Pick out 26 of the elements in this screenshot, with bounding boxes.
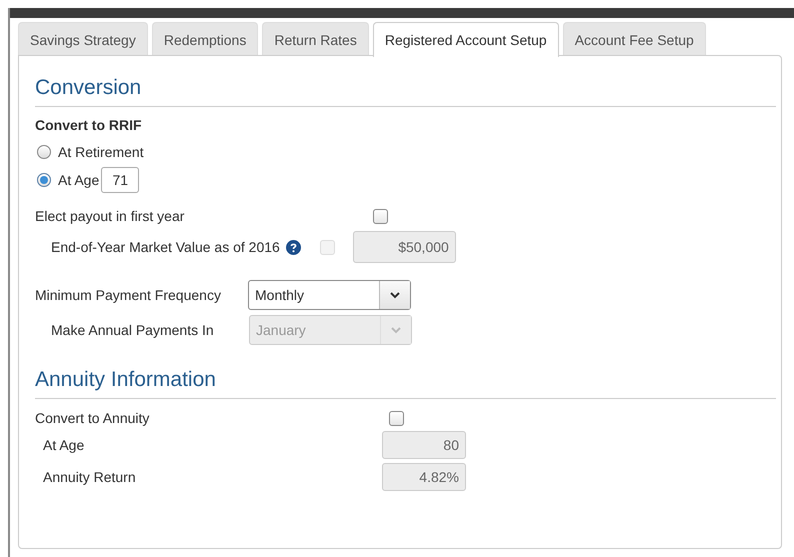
help-icon[interactable] — [286, 240, 301, 254]
field-label: Annuity Return — [43, 469, 137, 485]
dropdown[interactable]: Monthly — [248, 280, 411, 310]
tab[interactable]: Account Fee Setup — [562, 22, 706, 56]
radio-label: At Age — [58, 172, 100, 188]
section-heading: Conversion — [35, 76, 776, 107]
radio-button[interactable] — [37, 173, 51, 187]
field-label: Convert to Annuity — [35, 410, 150, 426]
radio-label: At Retirement — [58, 144, 144, 160]
tab[interactable]: Redemptions — [152, 22, 258, 56]
radio-button[interactable] — [37, 145, 51, 159]
tab[interactable]: Savings Strategy — [18, 22, 148, 56]
group-label: Convert to RRIF — [35, 117, 142, 133]
checkbox[interactable] — [389, 410, 404, 426]
age-field[interactable]: 71 — [101, 167, 140, 193]
chevron-down-icon — [390, 291, 400, 299]
tab[interactable]: Return Rates — [262, 22, 369, 56]
field-label: Elect payout in first year — [35, 208, 186, 224]
field-label: End-of-Year Market Value as of 2016 — [51, 239, 280, 255]
chevron-down-icon — [391, 326, 401, 334]
section-heading: Annuity Information — [35, 368, 776, 399]
field-label: At Age — [43, 437, 86, 453]
field-label: Make Annual Payments In — [51, 322, 215, 338]
tab[interactable]: Registered Account Setup — [372, 22, 559, 57]
field-label: Minimum Payment Frequency — [35, 287, 222, 303]
checkbox[interactable] — [373, 208, 388, 224]
